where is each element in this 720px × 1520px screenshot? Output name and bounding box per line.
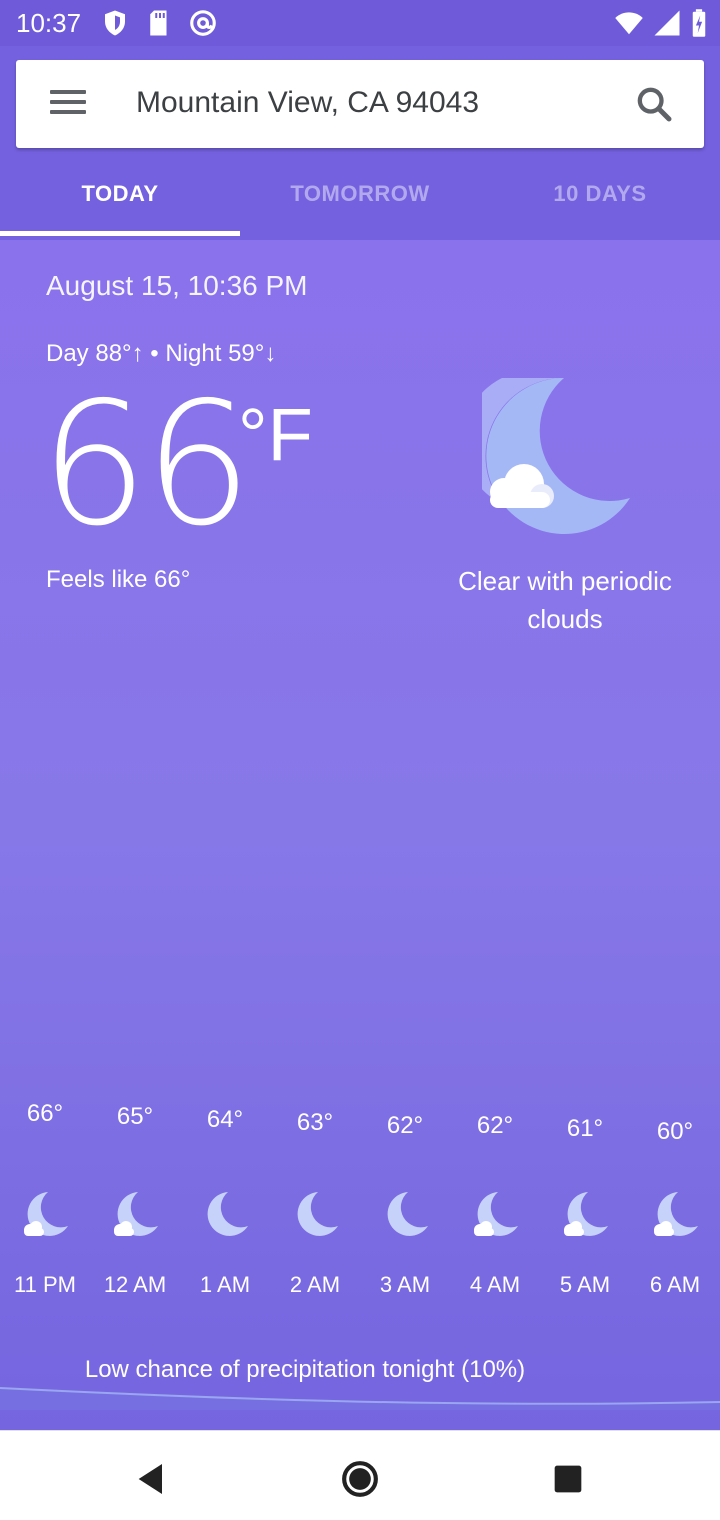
hourly-item: 62° 4 AM bbox=[450, 1100, 540, 1297]
moon-icon bbox=[387, 1192, 428, 1236]
tab-tomorrow[interactable]: TOMORROW bbox=[240, 166, 480, 240]
hourly-temp: 66° bbox=[26, 1100, 64, 1127]
status-bar: 10:37 bbox=[0, 0, 720, 46]
weather-screen: 10:37 Mountain View, CA 94043 TODAY TOMO… bbox=[0, 0, 720, 1520]
search-icon[interactable] bbox=[634, 84, 674, 124]
battery-icon bbox=[690, 8, 708, 38]
moon-cloud-icon bbox=[462, 370, 642, 538]
hourly-item: 63° 2 AM bbox=[270, 1100, 360, 1297]
hourly-item: 66° 11 PM bbox=[0, 1100, 90, 1297]
system-nav-bar bbox=[0, 1430, 720, 1520]
current-date-time: August 15, 10:36 PM bbox=[46, 270, 308, 301]
app-header: Mountain View, CA 94043 TODAY TOMORROW 1… bbox=[0, 46, 720, 240]
hourly-item: 64° 1 AM bbox=[180, 1100, 270, 1297]
hourly-time: 11 PM bbox=[14, 1272, 76, 1297]
search-bar[interactable]: Mountain View, CA 94043 bbox=[16, 60, 704, 148]
hourly-item: 60° 6 AM bbox=[630, 1100, 720, 1297]
shield-icon bbox=[100, 8, 130, 38]
status-icons-left bbox=[100, 8, 218, 38]
moon-cloud-icon bbox=[114, 1192, 158, 1236]
hourly-item: 65° 12 AM bbox=[90, 1100, 180, 1297]
hourly-temp: 65° bbox=[116, 1103, 154, 1130]
menu-icon[interactable] bbox=[50, 90, 86, 118]
hourly-time: 2 AM bbox=[289, 1272, 341, 1297]
hourly-temp: 60° bbox=[656, 1118, 694, 1145]
back-button[interactable] bbox=[132, 1459, 172, 1499]
hourly-time: 6 AM bbox=[649, 1272, 701, 1297]
hourly-temp: 62° bbox=[476, 1112, 514, 1139]
status-icons-right bbox=[614, 8, 708, 38]
moon-cloud-icon bbox=[564, 1192, 608, 1236]
hourly-item: 62° 3 AM bbox=[360, 1100, 450, 1297]
moon-icon bbox=[297, 1192, 338, 1236]
temperature-unit: °F bbox=[238, 393, 313, 476]
hourly-temp: 64° bbox=[206, 1106, 244, 1133]
moon-cloud-icon bbox=[654, 1192, 698, 1236]
signal-icon bbox=[652, 8, 682, 38]
hourly-time: 3 AM bbox=[379, 1272, 431, 1297]
moon-icon bbox=[207, 1192, 248, 1236]
active-tab-indicator bbox=[0, 231, 240, 236]
current-temperature: 66 bbox=[40, 366, 252, 564]
tab-10-days[interactable]: 10 DAYS bbox=[480, 166, 720, 240]
location-search-input[interactable]: Mountain View, CA 94043 bbox=[136, 86, 479, 120]
hourly-time: 4 AM bbox=[469, 1272, 521, 1297]
condition-text: Clear with periodic clouds bbox=[458, 566, 672, 634]
hourly-temp: 62° bbox=[386, 1112, 424, 1139]
temperature-trend-line bbox=[0, 1387, 720, 1410]
home-button[interactable] bbox=[340, 1459, 380, 1499]
weather-main: August 15, 10:36 PM Day 88°↑ • Night 59°… bbox=[0, 240, 720, 1430]
at-sign-icon bbox=[188, 8, 218, 38]
sd-card-icon bbox=[144, 8, 174, 38]
day-tabs: TODAY TOMORROW 10 DAYS bbox=[0, 166, 720, 240]
hourly-temp: 63° bbox=[296, 1109, 334, 1136]
hourly-temp: 61° bbox=[566, 1115, 604, 1142]
precipitation-text: Low chance of precipitation tonight (10%… bbox=[84, 1356, 526, 1383]
hourly-time: 12 AM bbox=[103, 1272, 167, 1297]
status-time: 10:37 bbox=[16, 8, 82, 38]
hourly-item: 61° 5 AM bbox=[540, 1100, 630, 1297]
hourly-time: 5 AM bbox=[559, 1272, 611, 1297]
moon-cloud-icon bbox=[474, 1192, 518, 1236]
hourly-forecast: 66° 11 PM 65° 12 AM 64° 1 AM 63° 2 AM 62° 3 AM 62°… bbox=[0, 1100, 720, 1300]
moon-cloud-icon bbox=[24, 1192, 68, 1236]
hourly-time: 1 AM bbox=[199, 1272, 251, 1297]
feels-like: Feels like 66° bbox=[46, 566, 191, 593]
tab-today[interactable]: TODAY bbox=[0, 166, 240, 240]
wifi-icon bbox=[614, 8, 644, 38]
recents-button[interactable] bbox=[548, 1459, 588, 1499]
day-night-temps: Day 88°↑ • Night 59°↓ bbox=[46, 340, 277, 367]
